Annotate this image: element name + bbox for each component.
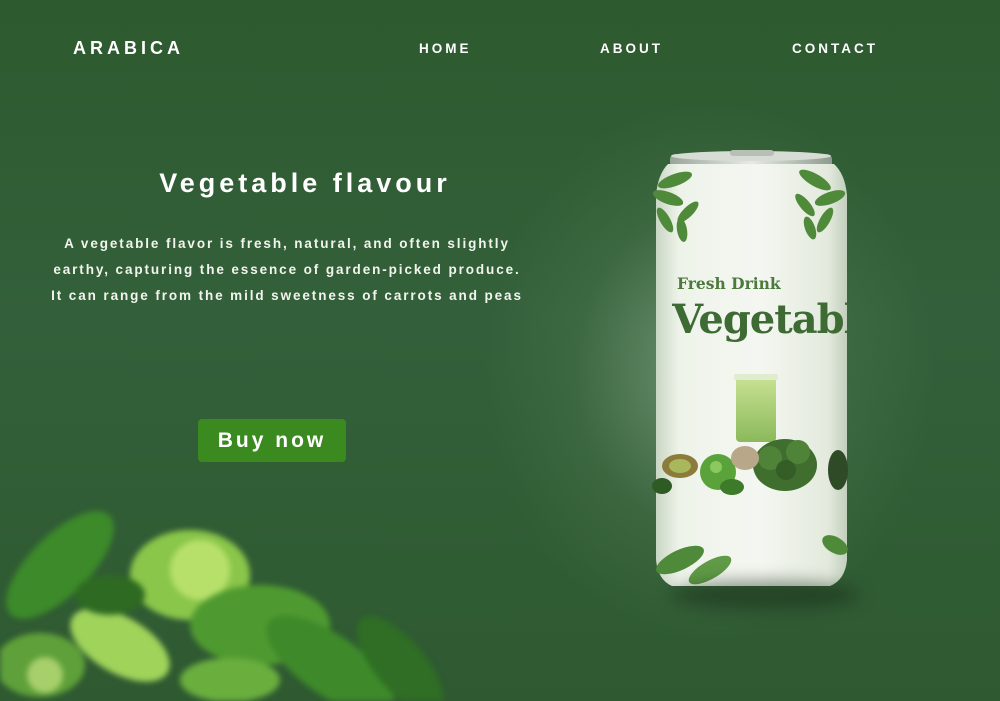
nav-about-link[interactable]: ABOUT	[600, 41, 663, 56]
hero-title: Vegetable flavour	[159, 168, 451, 198]
hero-description: A vegetable flavor is fresh, natural, an…	[51, 236, 523, 303]
can-shadow	[670, 580, 860, 610]
nav-home-link[interactable]: HOME	[419, 41, 472, 56]
buy-now-button[interactable]: Buy now	[198, 419, 346, 462]
landing-page: ARABICA HOME ABOUT CONTACT Vegetable fla…	[0, 0, 1000, 701]
product-can-image	[640, 140, 870, 615]
foliage-image	[0, 511, 444, 701]
can-illustration	[652, 150, 848, 586]
brand-logo[interactable]: ARABICA	[73, 38, 184, 59]
nav-contact-link[interactable]: CONTACT	[792, 41, 878, 56]
can-label-vegetable: Vegetable	[672, 296, 848, 343]
can-label-fresh-drink: Fresh Drink	[677, 274, 781, 293]
